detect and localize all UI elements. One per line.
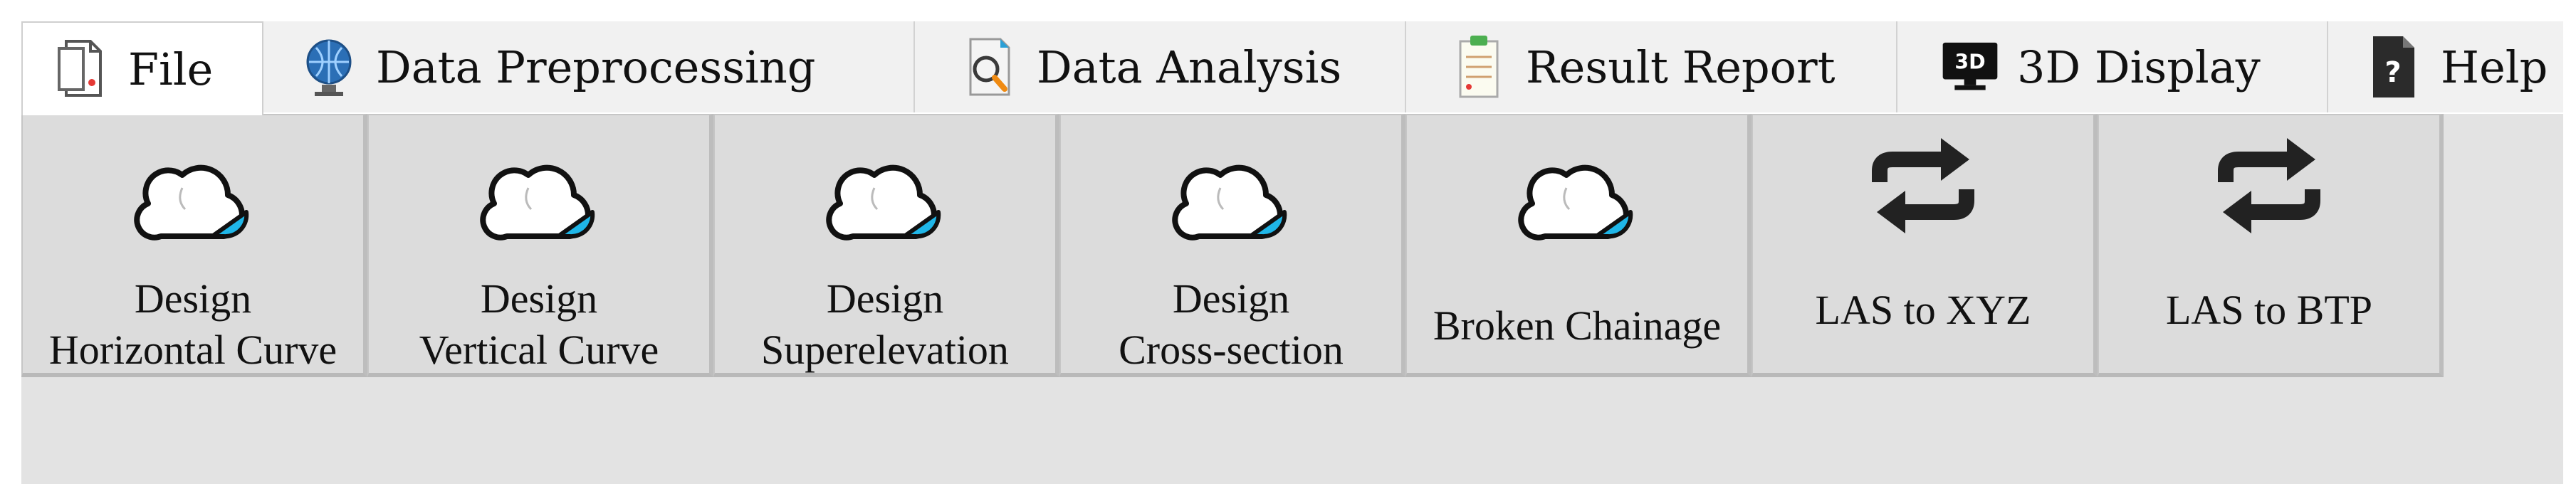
tab-label: Help: [2441, 41, 2548, 93]
tab-result-report[interactable]: Result Report: [1406, 21, 1897, 112]
button-label: Broken Chainage: [1433, 302, 1722, 349]
ribbon-panel: Design Horizontal Curve Design Vertical …: [21, 114, 2563, 484]
las-to-xyz-button[interactable]: LAS to XYZ: [1752, 114, 2098, 377]
document-icon: [53, 37, 110, 101]
button-label-line2: Vertical Curve: [419, 327, 659, 373]
tab-data-analysis[interactable]: Data Analysis: [915, 21, 1406, 112]
button-label: LAS to BTP: [2165, 287, 2373, 333]
design-vertical-curve-button[interactable]: Design Vertical Curve: [367, 114, 713, 377]
monitor-3d-icon: 3D: [1942, 35, 1999, 99]
design-superelevation-button[interactable]: Design Superelevation: [713, 114, 1059, 377]
las-to-btp-button[interactable]: LAS to BTP: [2098, 114, 2444, 377]
button-label: LAS to XYZ: [1815, 287, 2031, 333]
svg-text:?: ?: [2384, 56, 2401, 89]
button-label-line2: Horizontal Curve: [48, 327, 337, 373]
report-icon: [1450, 35, 1507, 99]
cloud-icon: [132, 144, 253, 265]
tab-label: 3D Display: [2017, 41, 2261, 93]
tab-help[interactable]: ? Help: [2328, 21, 2563, 112]
svg-text:3D: 3D: [1954, 51, 1985, 74]
tab-label: File: [128, 43, 214, 95]
tab-label: Data Analysis: [1037, 41, 1342, 93]
design-horizontal-curve-button[interactable]: Design Horizontal Curve: [21, 114, 367, 377]
broken-chainage-button[interactable]: Broken Chainage: [1405, 114, 1752, 377]
magnifier-icon: [961, 35, 1018, 99]
cloud-icon: [1171, 144, 1292, 265]
convert-arrows-icon: [1870, 132, 1976, 253]
button-label-line1: Design: [826, 275, 944, 322]
cloud-icon: [478, 144, 600, 265]
tab-file[interactable]: File: [21, 21, 263, 115]
button-label-line1: Design: [1172, 275, 1290, 322]
cloud-icon: [824, 144, 946, 265]
convert-arrows-icon: [2216, 132, 2323, 253]
tab-3d-display[interactable]: 3D 3D Display: [1897, 21, 2328, 112]
cloud-icon: [1517, 144, 1638, 265]
tab-label: Data Preprocessing: [376, 41, 816, 93]
design-cross-section-button[interactable]: Design Cross-section: [1059, 114, 1405, 377]
button-label-line2: Cross-section: [1119, 327, 1344, 373]
button-label-line1: Design: [480, 275, 598, 322]
globe-icon: [300, 35, 357, 99]
help-document-icon: ?: [2365, 35, 2422, 99]
ribbon-tab-bar: File Data Preprocessing Data Analysis Re…: [21, 21, 2563, 115]
button-label-line1: Design: [134, 275, 252, 322]
button-label-line2: Superelevation: [761, 327, 1009, 373]
tab-label: Result Report: [1526, 41, 1836, 93]
tab-data-preprocessing[interactable]: Data Preprocessing: [263, 21, 915, 112]
